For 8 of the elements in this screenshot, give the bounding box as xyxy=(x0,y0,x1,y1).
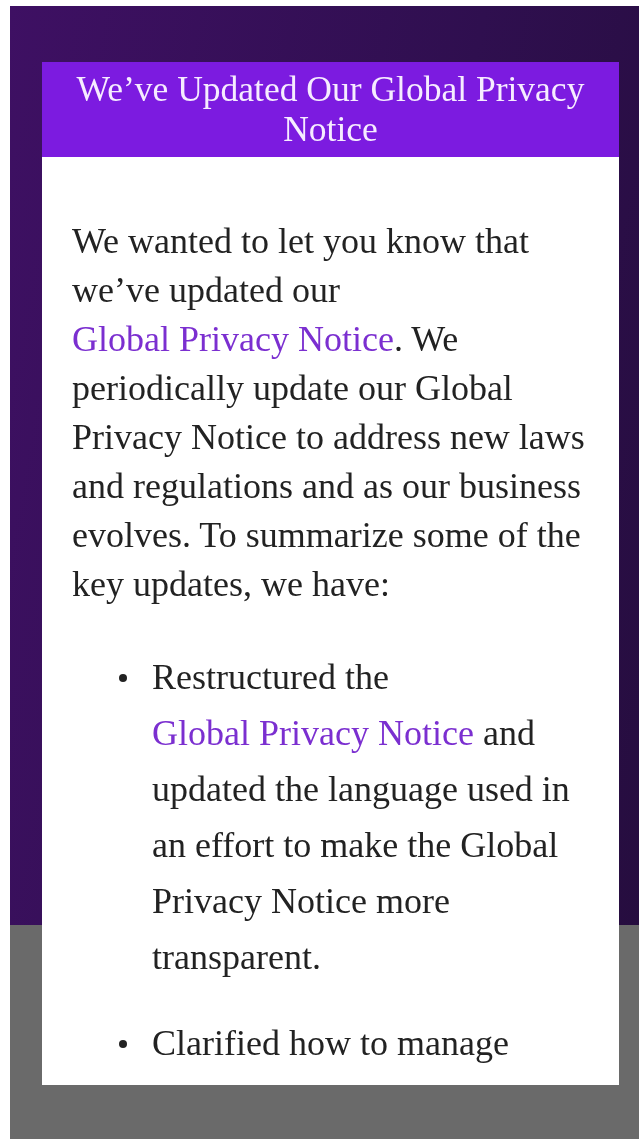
bullet-icon xyxy=(119,1040,127,1048)
dialog-title: We’ve Updated Our Global Privacy Notice xyxy=(42,62,619,157)
privacy-notice-link[interactable]: Global Privacy Notice xyxy=(152,713,474,753)
bullet-icon xyxy=(119,674,127,682)
bullet-item: Restructured the Global Privacy Notice and updated the language used in an effort to make the Global Privacy Notice more transparent. xyxy=(152,649,591,985)
bullet-item: Clarified how to manage xyxy=(152,1015,591,1071)
intro-paragraph: We wanted to let you know that we’ve updated our Global Privacy Notice. We periodically update our Global Privacy Notice to address new laws and regulations and as our business evolves. To summarize some of the key updates, we have: xyxy=(72,220,586,606)
privacy-notice-link[interactable]: Global Privacy Notice xyxy=(72,319,394,359)
